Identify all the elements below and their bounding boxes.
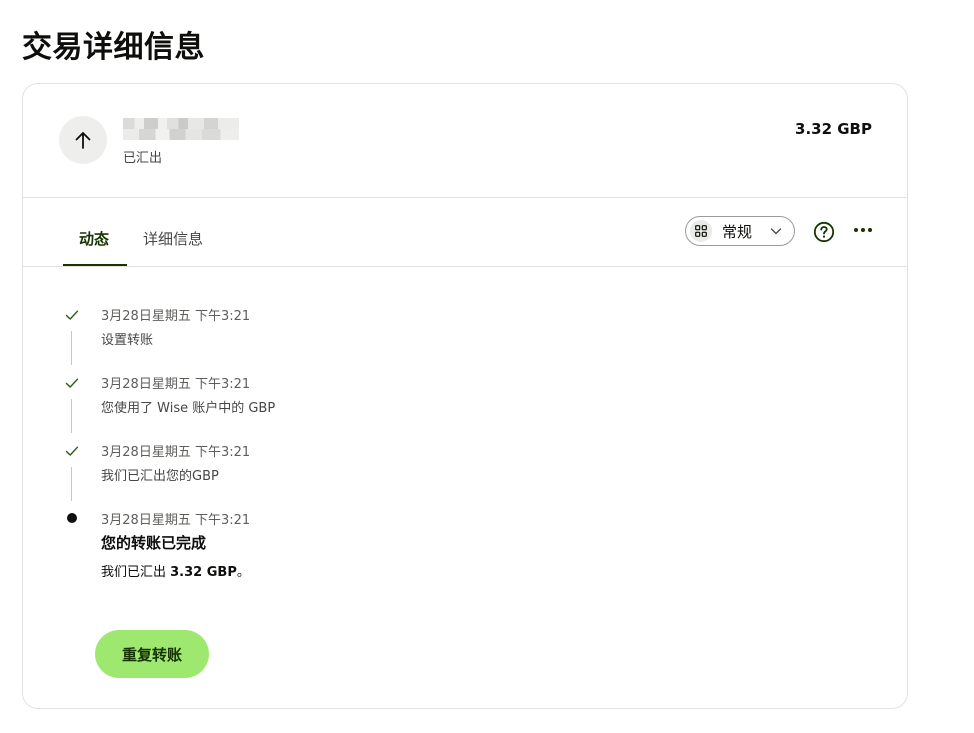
current-step-dot <box>65 511 79 525</box>
transfer-complete-summary: 我们已汇出 3.32 GBP。 <box>101 561 250 580</box>
grid-icon <box>690 220 712 242</box>
summary-prefix: 我们已汇出 <box>101 565 171 580</box>
transaction-avatar <box>59 116 107 164</box>
more-options-icon[interactable] <box>853 227 873 233</box>
summary-amount: 3.32 GBP <box>170 565 237 580</box>
timeline-date: 3月28日星期五 下午3:21 <box>101 309 251 324</box>
transaction-header: 已汇出 3.32 GBP <box>23 84 907 198</box>
tab-activity[interactable]: 动态 <box>79 228 109 249</box>
redacted-recipient-name <box>123 118 239 140</box>
timeline-description: 我们已汇出您的GBP <box>101 469 219 484</box>
timeline-date: 3月28日星期五 下午3:21 <box>101 513 251 528</box>
transaction-card: 已汇出 3.32 GBP 动态 详细信息 常规 3月28日星期五 下午3:21 … <box>22 83 908 709</box>
view-select-label: 常规 <box>722 222 753 241</box>
help-icon[interactable] <box>813 221 835 243</box>
arrow-up-icon <box>75 132 91 149</box>
transaction-status: 已汇出 <box>123 151 163 166</box>
active-tab-indicator <box>63 264 127 266</box>
timeline-date: 3月28日星期五 下午3:21 <box>101 445 251 460</box>
transaction-amount: 3.32 GBP <box>795 120 872 138</box>
tab-details[interactable]: 详细信息 <box>143 228 203 249</box>
repeat-transfer-button[interactable]: 重复转账 <box>95 630 209 678</box>
timeline-date: 3月28日星期五 下午3:21 <box>101 377 251 392</box>
summary-suffix: 。 <box>236 565 250 580</box>
check-icon <box>65 378 79 388</box>
timeline-connector <box>71 331 72 365</box>
check-icon <box>65 310 79 320</box>
view-select[interactable]: 常规 <box>685 216 795 246</box>
timeline-connector <box>71 467 72 501</box>
transfer-complete-title: 您的转账已完成 <box>101 534 207 552</box>
timeline-description: 您使用了 Wise 账户中的 GBP <box>101 401 276 416</box>
chevron-down-icon <box>770 228 782 235</box>
timeline-description: 设置转账 <box>101 333 154 348</box>
page-title: 交易详细信息 <box>22 30 205 65</box>
timeline-connector <box>71 399 72 433</box>
tab-bar: 动态 详细信息 常规 <box>23 198 907 267</box>
check-icon <box>65 446 79 456</box>
